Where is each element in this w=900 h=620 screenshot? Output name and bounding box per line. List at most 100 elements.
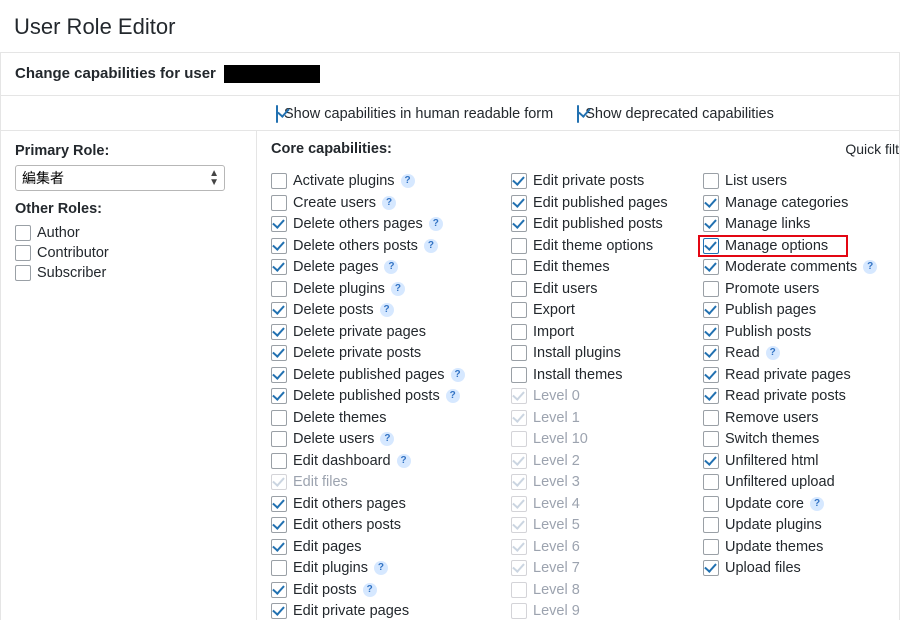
capability-update-themes[interactable]: Update themes [703, 537, 893, 557]
capability-delete-themes[interactable]: Delete themes [271, 408, 495, 428]
capability-level-7: Level 7 [511, 558, 687, 578]
capability-update-core[interactable]: Update core? [703, 494, 893, 514]
capability-list-users[interactable]: List users [703, 171, 893, 191]
capability-edit-others-posts[interactable]: Edit others posts [271, 515, 495, 535]
capability-edit-themes[interactable]: Edit themes [511, 257, 687, 277]
checkbox-icon [271, 496, 287, 512]
help-icon[interactable]: ? [391, 282, 405, 296]
capability-export[interactable]: Export [511, 300, 687, 320]
capability-manage-links[interactable]: Manage links [703, 214, 893, 234]
capability-delete-others-pages[interactable]: Delete others pages? [271, 214, 495, 234]
help-icon[interactable]: ? [384, 260, 398, 274]
capability-publish-posts[interactable]: Publish posts [703, 322, 893, 342]
help-icon[interactable]: ? [446, 389, 460, 403]
capability-edit-pages[interactable]: Edit pages [271, 537, 495, 557]
help-icon[interactable]: ? [374, 561, 388, 575]
capabilities-column-2: Edit private postsEdit published pagesEd… [511, 171, 687, 620]
checkbox-icon [511, 173, 527, 189]
capability-delete-private-posts[interactable]: Delete private posts [271, 343, 495, 363]
help-icon[interactable]: ? [380, 432, 394, 446]
help-icon[interactable]: ? [863, 260, 877, 274]
capability-edit-dashboard[interactable]: Edit dashboard? [271, 451, 495, 471]
capability-delete-private-pages[interactable]: Delete private pages [271, 322, 495, 342]
checkbox-icon [703, 216, 719, 232]
capability-manage-options[interactable]: Manage options [703, 236, 893, 256]
help-icon[interactable]: ? [424, 239, 438, 253]
capability-delete-users[interactable]: Delete users? [271, 429, 495, 449]
capability-remove-users[interactable]: Remove users [703, 408, 893, 428]
capability-edit-others-pages[interactable]: Edit others pages [271, 494, 495, 514]
capability-install-plugins[interactable]: Install plugins [511, 343, 687, 363]
capability-unfiltered-html[interactable]: Unfiltered html [703, 451, 893, 471]
capability-label: Delete others posts [293, 236, 418, 256]
capability-delete-plugins[interactable]: Delete plugins? [271, 279, 495, 299]
capabilities-column-1: Activate plugins?Create users?Delete oth… [271, 171, 495, 620]
capability-delete-posts[interactable]: Delete posts? [271, 300, 495, 320]
capability-edit-theme-options[interactable]: Edit theme options [511, 236, 687, 256]
checkbox-icon [15, 225, 31, 241]
display-options-row: Show capabilities in human readable form… [1, 96, 899, 131]
checkbox-icon [511, 539, 527, 555]
checkbox-icon [271, 603, 287, 619]
checkbox-icon [271, 517, 287, 533]
capability-edit-private-posts[interactable]: Edit private posts [511, 171, 687, 191]
checkbox-icon [703, 345, 719, 361]
capability-read[interactable]: Read? [703, 343, 893, 363]
capability-install-themes[interactable]: Install themes [511, 365, 687, 385]
checkbox-icon [703, 238, 719, 254]
help-icon[interactable]: ? [382, 196, 396, 210]
checkbox-icon [703, 517, 719, 533]
checkbox-icon [511, 474, 527, 490]
capability-import[interactable]: Import [511, 322, 687, 342]
help-icon[interactable]: ? [766, 346, 780, 360]
capability-unfiltered-upload[interactable]: Unfiltered upload [703, 472, 893, 492]
capability-label: Level 4 [533, 494, 580, 514]
human-readable-label: Show capabilities in human readable form [284, 106, 553, 122]
capability-label: Delete posts [293, 300, 374, 320]
capability-manage-categories[interactable]: Manage categories [703, 193, 893, 213]
help-icon[interactable]: ? [451, 368, 465, 382]
capability-edit-posts[interactable]: Edit posts? [271, 580, 495, 600]
capability-edit-published-pages[interactable]: Edit published pages [511, 193, 687, 213]
capability-label: Level 7 [533, 558, 580, 578]
capability-label: Upload files [725, 558, 801, 578]
help-icon[interactable]: ? [363, 583, 377, 597]
capability-edit-plugins[interactable]: Edit plugins? [271, 558, 495, 578]
primary-role-select[interactable]: 編集者 [15, 165, 225, 191]
help-icon[interactable]: ? [397, 454, 411, 468]
capability-delete-pages[interactable]: Delete pages? [271, 257, 495, 277]
capability-switch-themes[interactable]: Switch themes [703, 429, 893, 449]
capability-delete-published-posts[interactable]: Delete published posts? [271, 386, 495, 406]
help-icon[interactable]: ? [810, 497, 824, 511]
capability-label: Edit themes [533, 257, 610, 277]
capability-subscriber[interactable]: Subscriber [15, 263, 244, 283]
help-icon[interactable]: ? [380, 303, 394, 317]
capability-update-plugins[interactable]: Update plugins [703, 515, 893, 535]
quick-filter-label: Quick filt [845, 141, 899, 157]
help-icon[interactable]: ? [429, 217, 443, 231]
capability-moderate-comments[interactable]: Moderate comments? [703, 257, 893, 277]
capability-label: Edit theme options [533, 236, 653, 256]
capability-upload-files[interactable]: Upload files [703, 558, 893, 578]
checkbox-icon [271, 259, 287, 275]
capability-edit-users[interactable]: Edit users [511, 279, 687, 299]
human-readable-toggle[interactable]: Show capabilities in human readable form [276, 106, 557, 122]
capability-delete-others-posts[interactable]: Delete others posts? [271, 236, 495, 256]
capability-read-private-posts[interactable]: Read private posts [703, 386, 893, 406]
capability-delete-published-pages[interactable]: Delete published pages? [271, 365, 495, 385]
capability-promote-users[interactable]: Promote users [703, 279, 893, 299]
capability-activate-plugins[interactable]: Activate plugins? [271, 171, 495, 191]
capability-author[interactable]: Author [15, 223, 244, 243]
capability-contributor[interactable]: Contributor [15, 243, 244, 263]
capability-create-users[interactable]: Create users? [271, 193, 495, 213]
capability-label: Activate plugins [293, 171, 395, 191]
checkbox-icon [703, 560, 719, 576]
checkbox-icon [703, 539, 719, 555]
help-icon[interactable]: ? [401, 174, 415, 188]
checkbox-icon [271, 431, 287, 447]
capability-edit-published-posts[interactable]: Edit published posts [511, 214, 687, 234]
capability-edit-private-pages[interactable]: Edit private pages [271, 601, 495, 620]
capability-read-private-pages[interactable]: Read private pages [703, 365, 893, 385]
capability-publish-pages[interactable]: Publish pages [703, 300, 893, 320]
deprecated-toggle[interactable]: Show deprecated capabilities [577, 106, 774, 122]
